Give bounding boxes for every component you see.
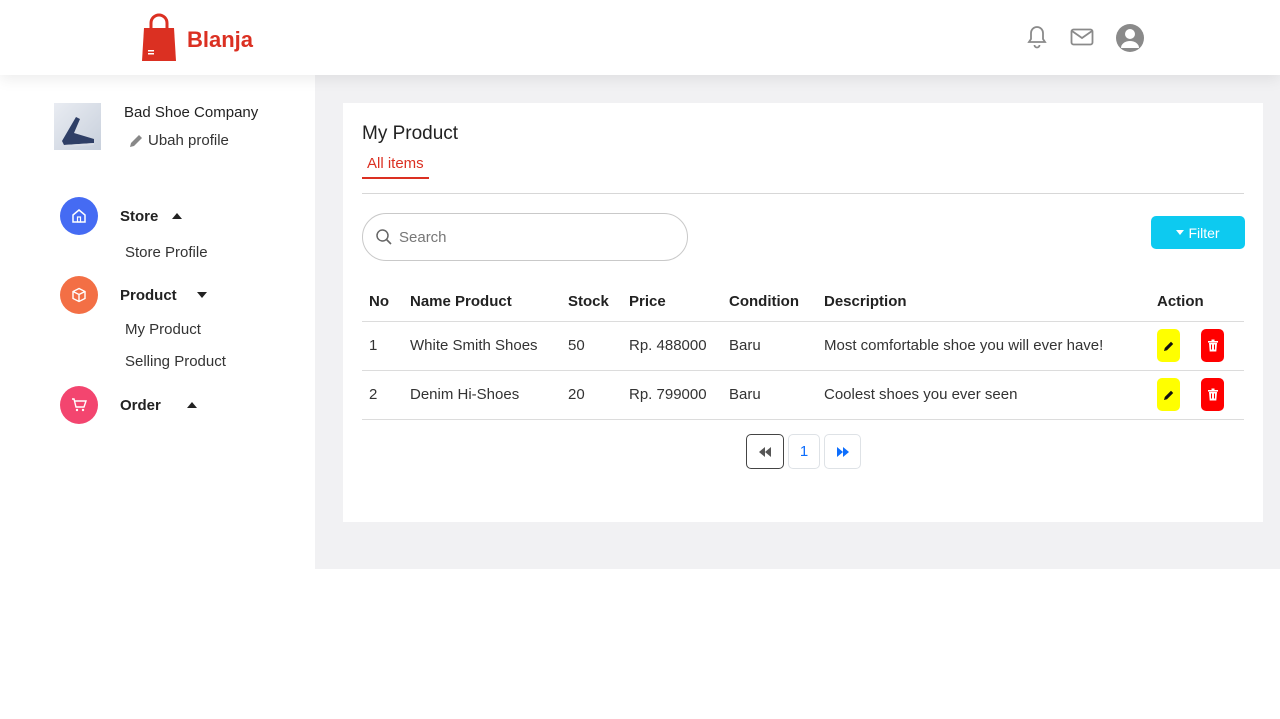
column-header: Stock (561, 283, 622, 322)
delete-button[interactable] (1201, 378, 1224, 411)
nav-store-label: Store (120, 207, 159, 225)
tab-all-items[interactable]: All items (362, 155, 429, 179)
divider (362, 193, 1244, 194)
search-icon (376, 229, 392, 245)
trash-icon (1207, 339, 1218, 352)
column-header: No (362, 283, 403, 322)
top-header: Blanja (0, 0, 1280, 75)
filter-button[interactable]: Filter (1151, 216, 1245, 249)
brand-logo[interactable]: Blanja (141, 13, 253, 63)
page-title: My Product (362, 123, 459, 144)
shopping-bag-icon (142, 13, 176, 61)
package-icon (60, 276, 98, 314)
bell-icon[interactable] (1026, 24, 1048, 50)
cell-description: Coolest shoes you ever seen (817, 370, 1150, 420)
nav-store[interactable]: Store (60, 197, 300, 235)
column-header: Action (1150, 283, 1244, 322)
cell-name: Denim Hi-Shoes (403, 370, 561, 420)
product-table: No Name Product Stock Price Condition De… (362, 283, 1244, 420)
cell-stock: 50 (561, 321, 622, 371)
nav-product[interactable]: Product (60, 276, 300, 314)
cart-icon (60, 386, 98, 424)
table-row: 1 White Smith Shoes 50 Rp. 488000 Baru M… (362, 321, 1244, 371)
pencil-icon (130, 134, 142, 147)
nav-group-product: Product My Product Selling Product (60, 276, 300, 378)
user-avatar-icon[interactable] (1115, 23, 1145, 53)
sidebar: Bad Shoe Company Ubah profile Store Stor… (0, 75, 315, 719)
pagination: 1 (746, 434, 861, 469)
shop-avatar (54, 103, 101, 150)
shop-name: Bad Shoe Company (124, 104, 259, 121)
edit-profile-label: Ubah profile (148, 132, 229, 149)
cell-name: White Smith Shoes (403, 321, 561, 371)
edit-button[interactable] (1157, 329, 1180, 362)
cell-price: Rp. 488000 (622, 321, 722, 371)
nav-product-label: Product (120, 286, 177, 304)
nav-group-order: Order (60, 386, 300, 424)
cell-description: Most comfortable shoe you will ever have… (817, 321, 1150, 371)
table-header-row: No Name Product Stock Price Condition De… (362, 283, 1244, 322)
cell-price: Rp. 799000 (622, 370, 722, 420)
search-input[interactable] (399, 228, 659, 246)
caret-down-icon (1176, 230, 1185, 235)
cell-actions (1150, 321, 1244, 371)
column-header: Condition (722, 283, 817, 322)
cell-condition: Baru (722, 370, 817, 420)
edit-button[interactable] (1157, 378, 1180, 411)
cell-actions (1150, 370, 1244, 420)
nav-group-store: Store Store Profile (60, 197, 300, 269)
pencil-icon (1163, 390, 1173, 400)
last-page-button[interactable] (824, 434, 861, 469)
trash-icon (1207, 388, 1218, 401)
page-number-button[interactable]: 1 (788, 434, 820, 469)
nav-item-my-product[interactable]: My Product (125, 314, 300, 346)
column-header: Name Product (403, 283, 561, 322)
home-icon (60, 197, 98, 235)
delete-button[interactable] (1201, 329, 1224, 362)
table-row: 2 Denim Hi-Shoes 20 Rp. 799000 Baru Cool… (362, 370, 1244, 420)
caret-up-icon (186, 402, 197, 408)
nav-order[interactable]: Order (60, 386, 300, 424)
brand-name: Blanja (187, 27, 254, 52)
caret-down-icon (196, 292, 207, 298)
filter-label: Filter (1188, 224, 1220, 241)
column-header: Price (622, 283, 722, 322)
caret-up-icon (172, 213, 183, 219)
edit-profile-link[interactable]: Ubah profile (128, 132, 229, 149)
first-page-button[interactable] (746, 434, 784, 469)
nav-order-label: Order (120, 396, 161, 414)
search-box[interactable] (362, 213, 688, 261)
nav-item-store-profile[interactable]: Store Profile (125, 237, 300, 269)
product-card: My Product All items Filter No Name Prod… (343, 103, 1263, 522)
cell-stock: 20 (561, 370, 622, 420)
double-chevron-left-icon (759, 446, 771, 457)
nav-item-selling-product[interactable]: Selling Product (125, 346, 300, 378)
double-chevron-right-icon (836, 446, 849, 457)
cell-condition: Baru (722, 321, 817, 371)
cell-no: 1 (362, 321, 403, 371)
pencil-icon (1163, 341, 1173, 351)
cell-no: 2 (362, 370, 403, 420)
column-header: Description (817, 283, 1150, 322)
mail-icon[interactable] (1070, 27, 1094, 47)
